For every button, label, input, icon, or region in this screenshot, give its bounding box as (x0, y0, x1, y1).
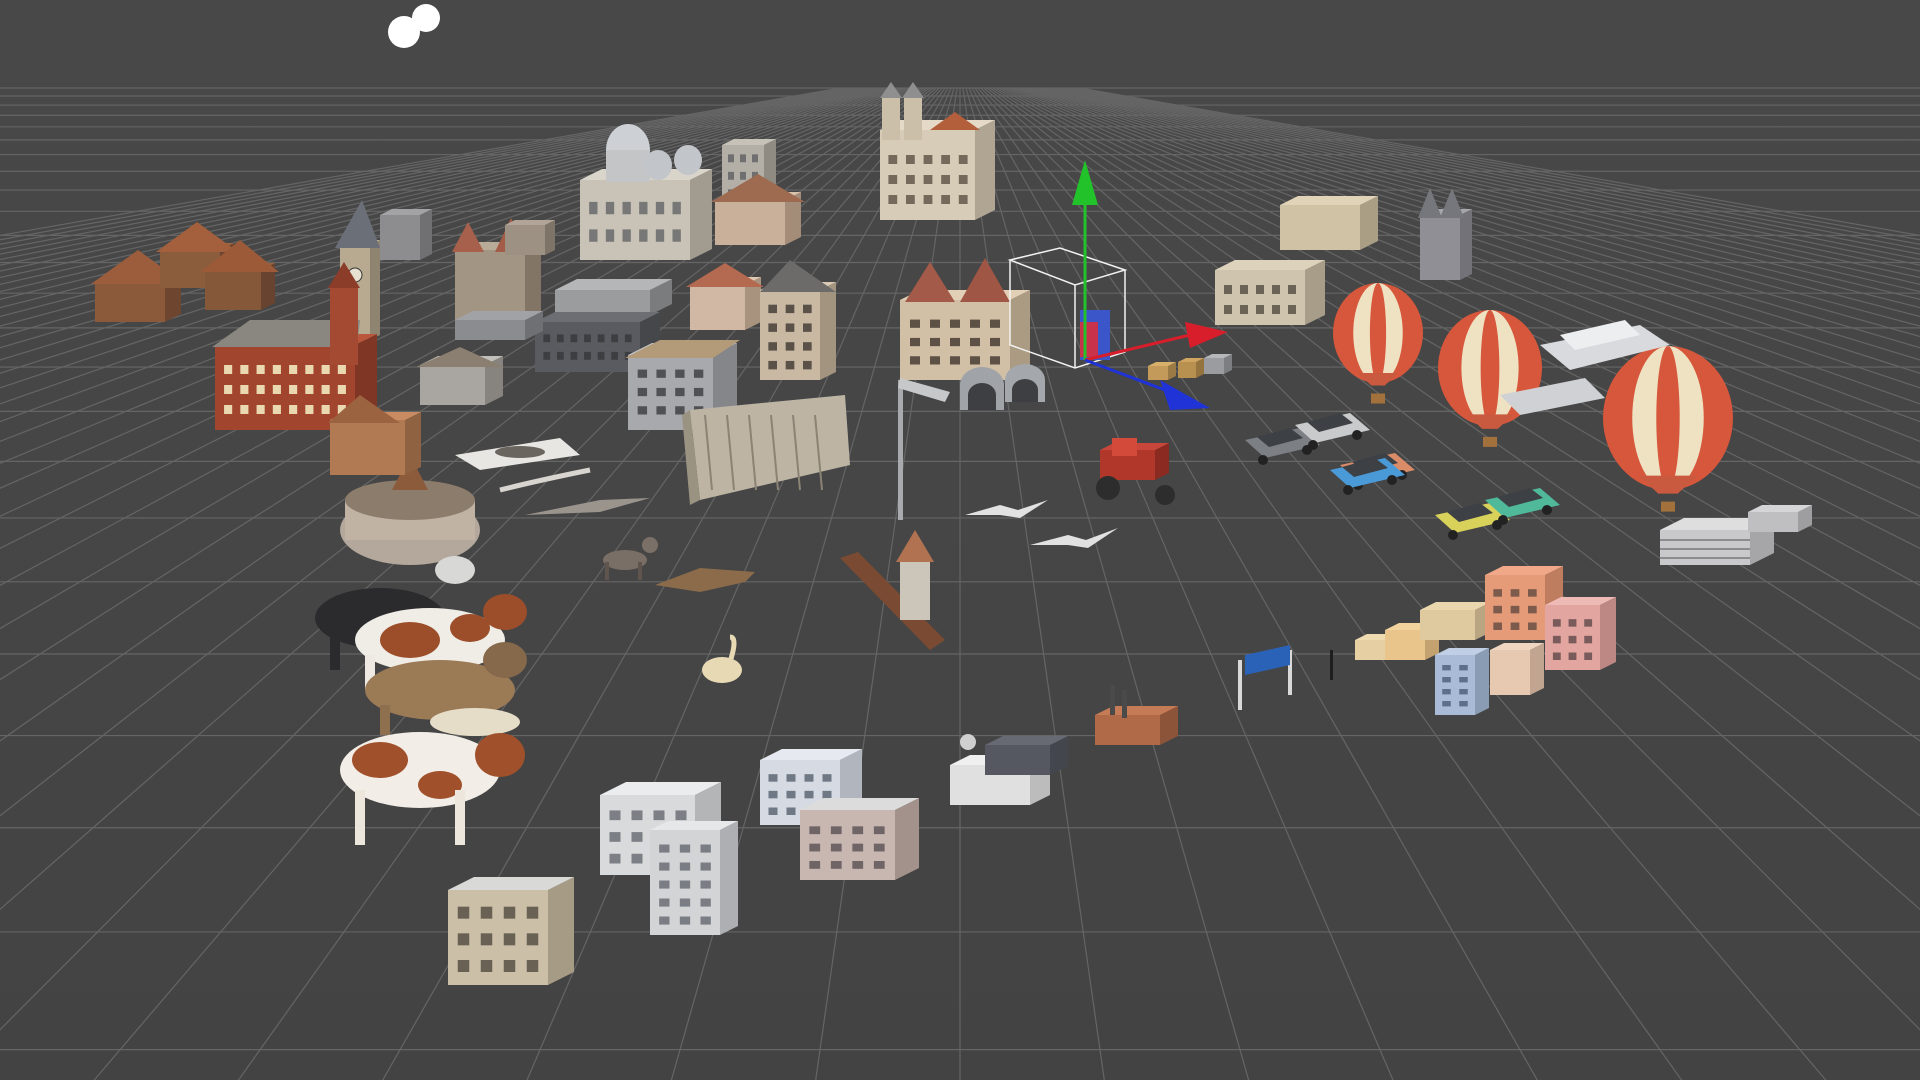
sheep[interactable] (430, 708, 520, 736)
house-small[interactable] (448, 877, 574, 985)
scene-canvas[interactable] (0, 0, 1920, 1080)
bell-tower[interactable] (455, 311, 543, 340)
3d-viewport[interactable] (0, 0, 1920, 1080)
